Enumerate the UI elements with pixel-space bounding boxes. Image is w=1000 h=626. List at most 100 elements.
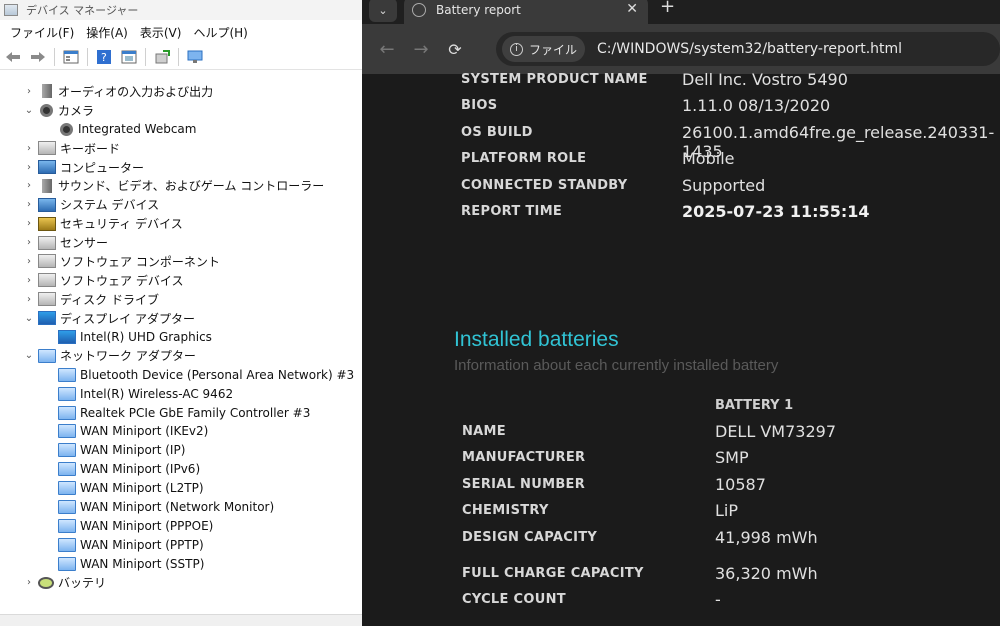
chevron-down-icon[interactable]: ⌄ [22, 350, 36, 361]
tree-item[interactable]: › オーディオの入力および出力 [0, 82, 362, 101]
tree-item[interactable]: WAN Miniport (L2TP) [0, 479, 362, 498]
tree-item[interactable]: WAN Miniport (IKEv2) [0, 422, 362, 441]
tree-item-label: バッテリ [58, 576, 107, 591]
chevron-right-icon[interactable]: › [22, 294, 36, 305]
battery-info-row: SERIAL NUMBER 10587 [362, 475, 1000, 503]
tree-item[interactable]: › サウンド、ビデオ、およびゲーム コントローラー [0, 176, 362, 195]
tree-item[interactable]: Integrated Webcam [0, 120, 362, 139]
chevron-right-icon[interactable]: › [22, 199, 36, 210]
tree-item[interactable]: WAN Miniport (IP) [0, 441, 362, 460]
chevron-right-icon[interactable]: › [22, 162, 36, 173]
tree-item[interactable]: WAN Miniport (PPPOE) [0, 516, 362, 535]
tree-item[interactable]: Bluetooth Device (Personal Area Network)… [0, 365, 362, 384]
chevron-right-icon[interactable]: › [22, 275, 36, 286]
monitor-icon[interactable] [186, 49, 204, 65]
tree-item-label: WAN Miniport (L2TP) [80, 481, 204, 496]
site-info-chip[interactable]: i ファイル [502, 36, 586, 62]
scan-hardware-icon[interactable] [153, 49, 171, 65]
tree-item[interactable]: › ディスク ドライブ [0, 290, 362, 309]
tree-item[interactable]: › キーボード [0, 139, 362, 158]
tree-item-label: セキュリティ デバイス [60, 217, 183, 232]
tree-item[interactable]: › セキュリティ デバイス [0, 214, 362, 233]
info-icon: i [510, 42, 523, 56]
forward-button[interactable]: → [404, 39, 438, 60]
battery-value: SMP [715, 448, 749, 467]
chevron-down-icon[interactable]: ⌄ [22, 313, 36, 324]
url-text[interactable]: C:/WINDOWS/system32/battery-report.html [597, 41, 902, 57]
battery-key: MANUFACTURER [462, 450, 586, 465]
back-button[interactable]: ← [370, 39, 404, 60]
back-arrow-icon[interactable] [4, 49, 22, 65]
help-icon[interactable]: ? [95, 49, 113, 65]
driver-icon[interactable] [120, 49, 138, 65]
tree-item[interactable]: Realtek PCIe GbE Family Controller #3 [0, 403, 362, 422]
svg-text:?: ? [101, 51, 107, 64]
tree-item[interactable]: › システム デバイス [0, 195, 362, 214]
tree-item[interactable]: WAN Miniport (IPv6) [0, 460, 362, 479]
section-subtitle: Information about each currently install… [454, 357, 779, 374]
tree-item-label: システム デバイス [60, 198, 160, 213]
info-key: CONNECTED STANDBY [461, 178, 628, 193]
security-device-icon [38, 216, 56, 231]
battery-value: DELL VM73297 [715, 422, 836, 441]
menu-view[interactable]: 表示(V) [134, 24, 188, 41]
generic-device-icon [38, 273, 56, 288]
reload-button[interactable]: ⟳ [438, 40, 472, 59]
network-device-icon [58, 500, 76, 515]
generic-device-icon [38, 254, 56, 269]
menu-help[interactable]: ヘルプ(H) [187, 24, 253, 41]
battery-key: FULL CHARGE CAPACITY [462, 566, 644, 581]
chevron-right-icon[interactable]: › [22, 218, 36, 229]
section-title: Installed batteries [454, 328, 619, 351]
system-info-row: BIOS 1.11.0 08/13/2020 [362, 96, 1000, 124]
info-value: Dell Inc. Vostro 5490 [682, 70, 848, 89]
chevron-right-icon[interactable]: › [22, 237, 36, 248]
chevron-right-icon[interactable]: › [22, 577, 36, 588]
tree-item[interactable]: ⌄ ネットワーク アダプター [0, 346, 362, 365]
chevron-right-icon[interactable]: › [22, 86, 36, 97]
battery-info-row: CHEMISTRY LiP [362, 501, 1000, 529]
info-key: REPORT TIME [461, 204, 563, 219]
display-device-icon [58, 330, 76, 345]
tree-item[interactable]: WAN Miniport (Network Monitor) [0, 498, 362, 517]
browser-window: ⌄ Battery report ✕ + ← → ⟳ i ファイル C:/WIN… [362, 0, 1000, 626]
chevron-right-icon[interactable]: › [22, 180, 36, 191]
chevron-right-icon[interactable]: › [22, 256, 36, 267]
tree-item[interactable]: › ソフトウェア コンポーネント [0, 252, 362, 271]
battery-key: DESIGN CAPACITY [462, 530, 598, 545]
forward-arrow-icon[interactable] [29, 49, 47, 65]
toolbar-divider [87, 47, 88, 66]
tree-item[interactable]: › バッテリ [0, 573, 362, 592]
computer-device-icon [38, 160, 56, 174]
tree-item[interactable]: › ソフトウェア デバイス [0, 271, 362, 290]
info-key: SYSTEM PRODUCT NAME [461, 72, 648, 87]
tree-item[interactable]: WAN Miniport (PPTP) [0, 535, 362, 554]
tree-item[interactable]: ⌄ カメラ [0, 101, 362, 120]
tab-battery-report[interactable]: Battery report ✕ [404, 0, 648, 24]
network-device-icon [58, 462, 76, 477]
battery-info-row: DESIGN CAPACITY 41,998 mWh [362, 528, 1000, 556]
tree-item[interactable]: Intel(R) UHD Graphics [0, 328, 362, 347]
menu-action[interactable]: 操作(A) [80, 24, 134, 41]
tree-item-label: Intel(R) Wireless-AC 9462 [80, 386, 234, 401]
network-device-icon [58, 424, 76, 439]
tree-item[interactable]: › センサー [0, 233, 362, 252]
chevron-right-icon[interactable]: › [22, 143, 36, 154]
info-value: 2025-07-23 11:55:14 [682, 202, 870, 221]
close-tab-icon[interactable]: ✕ [626, 1, 638, 17]
tree-item[interactable]: Intel(R) Wireless-AC 9462 [0, 384, 362, 403]
network-device-icon [58, 537, 76, 552]
tab-search-button[interactable]: ⌄ [369, 0, 397, 22]
new-tab-button[interactable]: + [660, 0, 675, 17]
tree-item[interactable]: WAN Miniport (SSTP) [0, 554, 362, 573]
battery-value: LiP [715, 501, 739, 520]
tree-item-label: WAN Miniport (IP) [80, 443, 186, 458]
tree-item[interactable]: ⌄ ディスプレイ アダプター [0, 309, 362, 328]
tree-item-label: Bluetooth Device (Personal Area Network)… [80, 367, 355, 382]
chevron-down-icon[interactable]: ⌄ [22, 105, 36, 116]
properties-icon[interactable] [62, 49, 80, 65]
address-bar[interactable]: i ファイル C:/WINDOWS/system32/battery-repor… [496, 32, 1000, 66]
tree-item[interactable]: › コンピューター [0, 158, 362, 177]
menu-file[interactable]: ファイル(F) [4, 24, 80, 41]
tree-item-label: Integrated Webcam [78, 122, 197, 137]
